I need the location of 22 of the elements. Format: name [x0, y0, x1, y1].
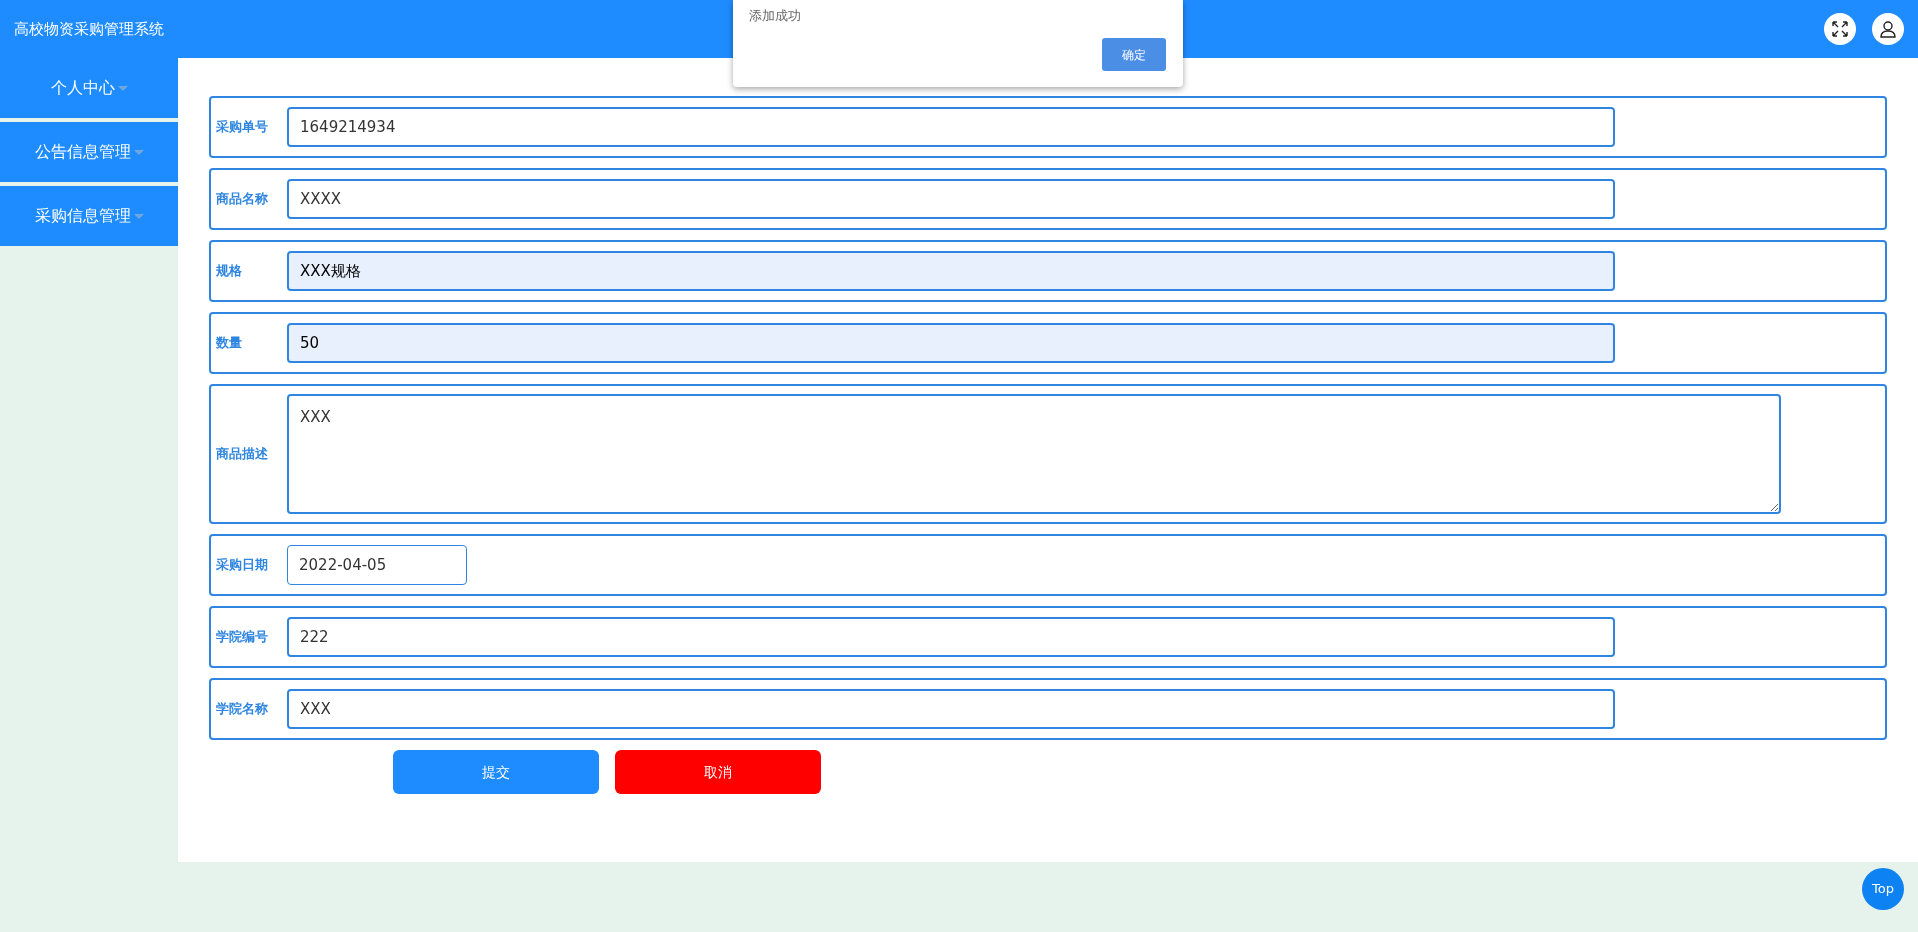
field-label: 商品名称	[215, 190, 269, 209]
dialog-message: 添加成功	[749, 7, 802, 25]
field-label: 学院编号	[215, 628, 269, 647]
description-textarea[interactable]: XXX	[287, 394, 1781, 514]
field-label: 学院名称	[215, 700, 269, 719]
input-field[interactable]: XXXX	[287, 179, 1615, 219]
field-label: 数量	[215, 334, 243, 353]
input-field[interactable]: 50	[287, 323, 1615, 363]
date-field[interactable]: 2022-04-05	[287, 545, 467, 585]
field-label: 规格	[215, 262, 243, 281]
user-icon[interactable]	[1872, 13, 1904, 45]
fullscreen-icon[interactable]	[1824, 13, 1856, 45]
textarea-label: 商品描述	[215, 445, 269, 464]
input-field[interactable]: 1649214934	[287, 107, 1615, 147]
input-field[interactable]: 222	[287, 617, 1615, 657]
input-field[interactable]: XXX规格	[287, 251, 1615, 291]
field-label: 采购单号	[215, 118, 269, 137]
back-to-top-button[interactable]: Top	[1862, 868, 1904, 910]
cancel-button[interactable]: 取消	[615, 750, 821, 794]
app-title: 高校物资采购管理系统	[14, 18, 164, 40]
input-field[interactable]: XXX	[287, 689, 1615, 729]
field-label: 采购日期	[215, 556, 269, 575]
